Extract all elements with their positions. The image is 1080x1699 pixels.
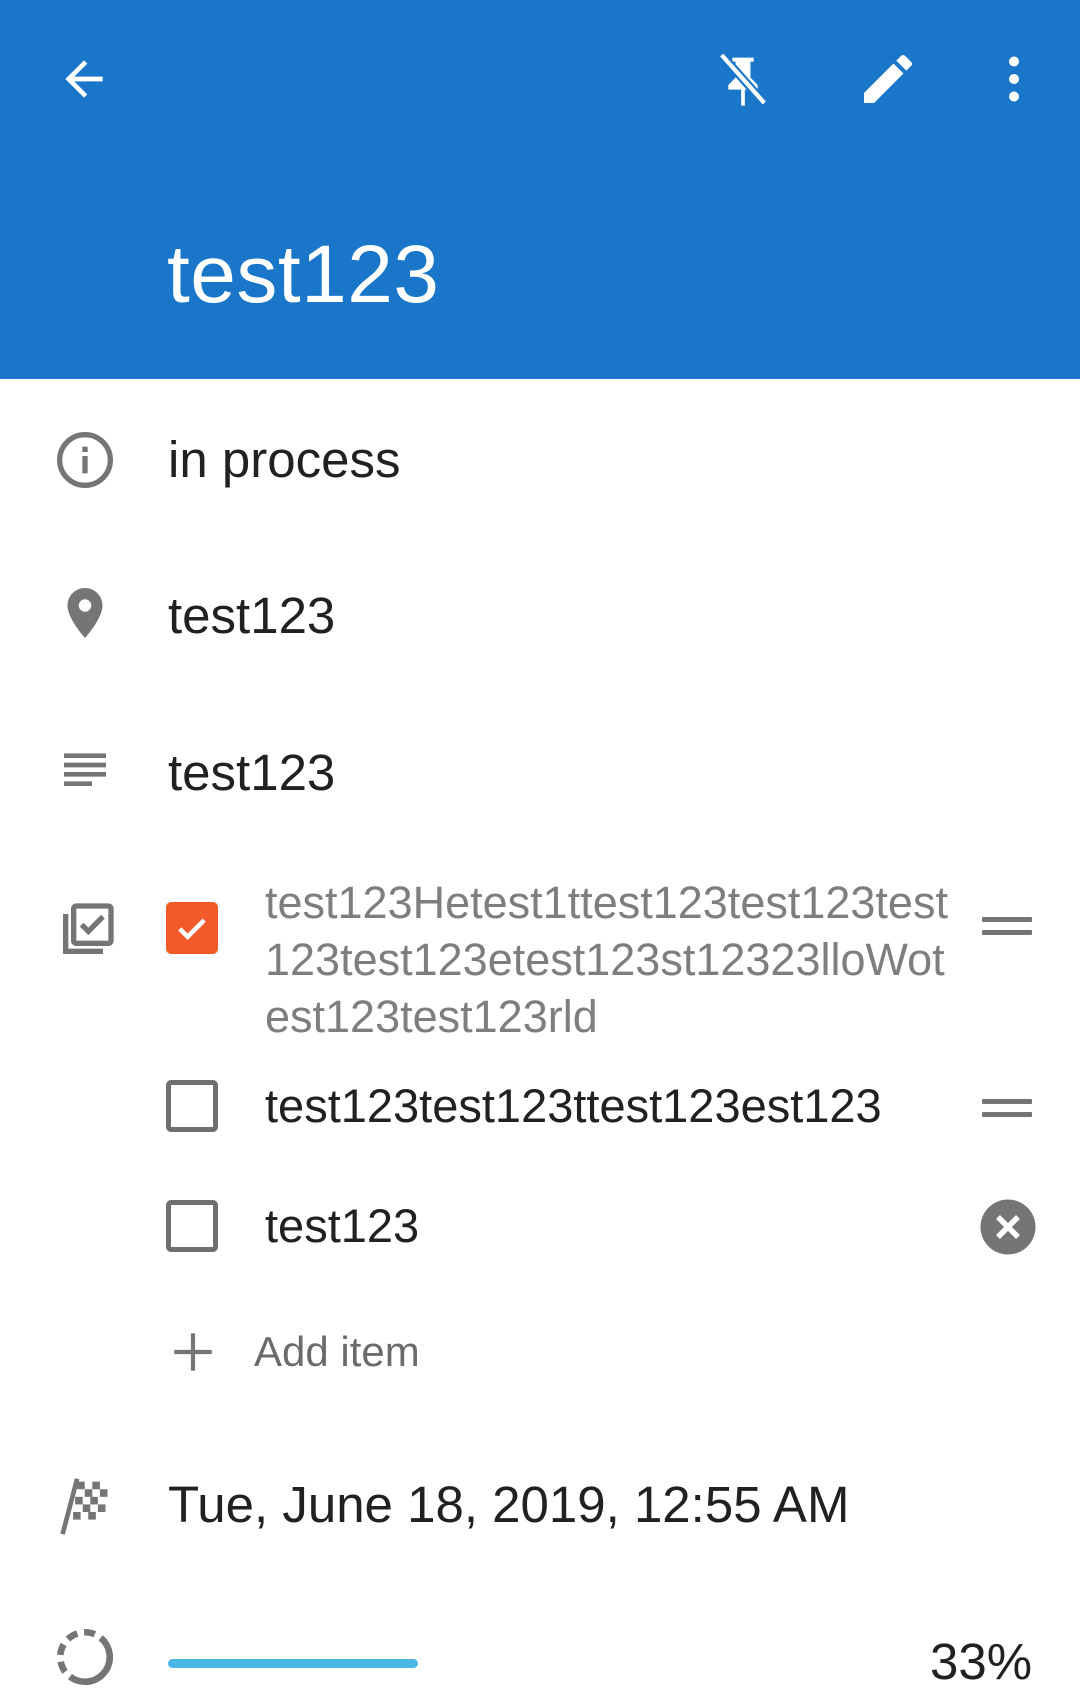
- checkered-flag-icon: [48, 1470, 118, 1540]
- add-item-label: Add item: [254, 1328, 420, 1375]
- back-icon[interactable]: [34, 29, 134, 129]
- remove-item-icon[interactable]: [978, 1197, 1038, 1257]
- checklist-item: test123test123ttest123est123: [0, 1077, 1080, 1140]
- item-checkbox[interactable]: [166, 1080, 218, 1132]
- description-row[interactable]: test123: [0, 735, 1080, 815]
- app-bar: test123: [0, 0, 1080, 379]
- unpin-icon[interactable]: [693, 29, 793, 129]
- notes-icon: [50, 737, 120, 807]
- checklist-item: test123: [0, 1197, 1080, 1260]
- status-text: in process: [168, 431, 401, 488]
- item-text[interactable]: test123Hetest1ttest123test123test123test…: [265, 874, 955, 1045]
- checklist-item: test123Hetest1ttest123test123test123test…: [0, 874, 1080, 1044]
- item-checkbox[interactable]: [166, 902, 218, 954]
- drag-handle-icon[interactable]: [982, 917, 1032, 939]
- item-text[interactable]: test123test123ttest123est123: [265, 1077, 955, 1134]
- drag-handle-icon[interactable]: [982, 1099, 1032, 1121]
- item-text[interactable]: test123: [265, 1197, 955, 1254]
- description-text: test123: [168, 744, 336, 801]
- progress-circle-icon: [50, 1622, 120, 1692]
- location-pin-icon: [50, 578, 120, 648]
- progress-percent: 33%: [930, 1633, 1033, 1690]
- edit-icon[interactable]: [838, 29, 938, 129]
- progress-bar: [168, 1659, 418, 1668]
- page-title: test123: [167, 229, 440, 320]
- info-icon: [50, 425, 120, 495]
- progress-row[interactable]: [0, 1620, 1080, 1699]
- more-vert-icon[interactable]: [964, 29, 1064, 129]
- due-date-text: Tue, June 18, 2019, 12:55 AM: [168, 1476, 850, 1533]
- location-row[interactable]: test123: [0, 578, 1080, 658]
- due-date-row[interactable]: Tue, June 18, 2019, 12:55 AM: [0, 1465, 1080, 1545]
- add-item-row[interactable]: Add item: [0, 1322, 1080, 1382]
- item-checkbox[interactable]: [166, 1200, 218, 1252]
- add-icon: [168, 1327, 218, 1377]
- location-text: test123: [168, 587, 336, 644]
- status-row[interactable]: in process: [0, 420, 1080, 500]
